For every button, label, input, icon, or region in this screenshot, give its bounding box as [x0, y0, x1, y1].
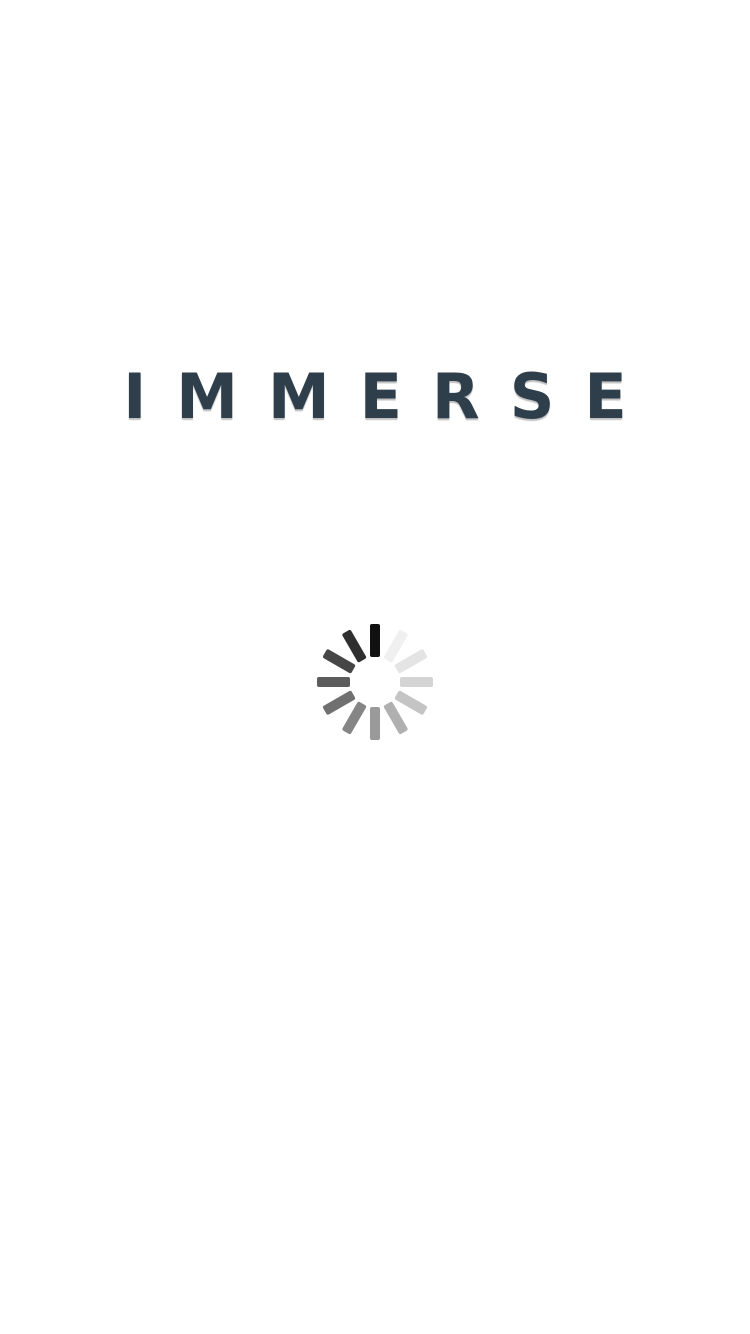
app-logo-title: IMMERSE [123, 360, 657, 433]
spinner-segment [323, 690, 356, 715]
activity-indicator-icon [317, 624, 433, 740]
spinner-segment [342, 630, 367, 663]
spinner-segment [370, 624, 380, 657]
spinner-segment [394, 690, 427, 715]
spinner-segment [383, 701, 408, 734]
spinner-segment [323, 649, 356, 674]
splash-screen: IMMERSE [0, 0, 750, 1334]
spinner-segment [370, 707, 380, 740]
spinner-segment [342, 701, 367, 734]
spinner-segment [383, 630, 408, 663]
spinner-segment [317, 677, 350, 687]
spinner-segment [394, 649, 427, 674]
spinner-segment [400, 677, 433, 687]
